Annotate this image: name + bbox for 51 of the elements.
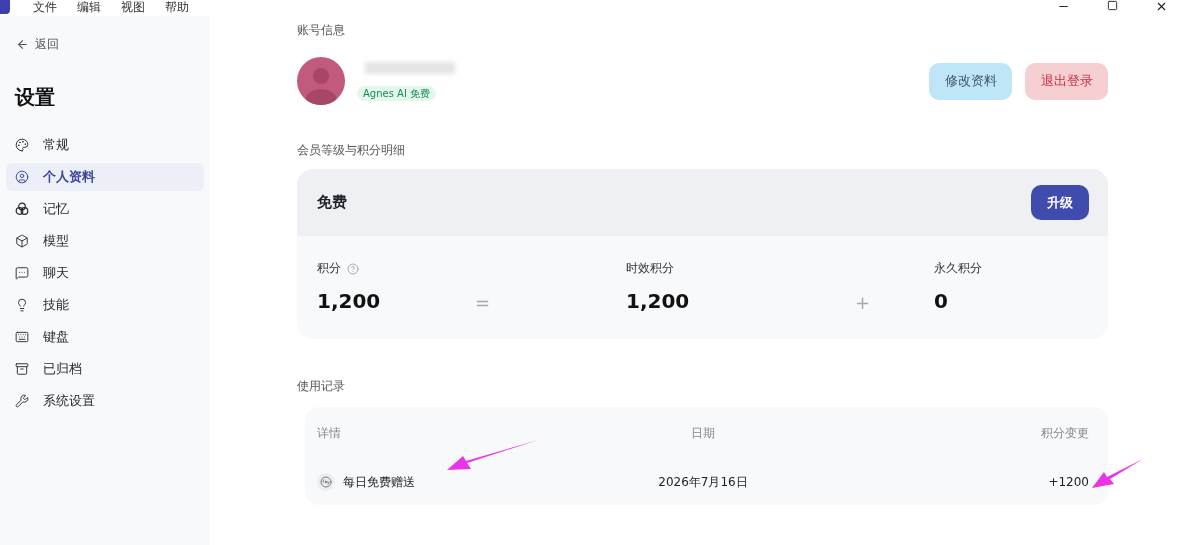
menu-item[interactable]: 编辑: [77, 0, 101, 14]
points-label: 积分: [317, 260, 341, 277]
section-heading: 会员等级与积分明细: [297, 142, 406, 159]
column-header: 详情: [317, 424, 341, 442]
user-icon: [15, 170, 29, 184]
back-link[interactable]: 返回: [6, 34, 204, 54]
menu-item[interactable]: 帮助: [165, 0, 189, 14]
points-label: 永久积分: [934, 260, 982, 277]
plan-badge: Agnes AI 免费: [357, 85, 437, 101]
sidebar-item[interactable]: 常规: [6, 131, 204, 159]
maximize-icon[interactable]: [1107, 0, 1118, 11]
menu-item[interactable]: 视图: [121, 0, 145, 14]
box-icon: [15, 234, 29, 248]
edit-profile-button[interactable]: 修改资料: [929, 62, 1012, 100]
palette-icon: [15, 138, 29, 152]
wrench-icon: [15, 394, 29, 408]
avatar: [297, 57, 345, 105]
menu-item[interactable]: 文件: [33, 0, 57, 14]
settings-title: 设置: [15, 84, 56, 111]
tier-name: 免费: [317, 193, 347, 212]
column-header: 日期: [691, 424, 715, 442]
points-value: 0: [934, 289, 949, 313]
points-value: 1,200: [317, 289, 382, 313]
upgrade-button[interactable]: 升级: [1031, 185, 1089, 220]
circles-icon: [15, 202, 29, 216]
column-header: 积分变更: [1041, 424, 1089, 442]
sidebar-item[interactable]: 键盘: [6, 323, 204, 351]
points-label: 时效积分: [626, 260, 674, 277]
sidebar-item[interactable]: 已归档: [6, 355, 204, 383]
chat-icon: [15, 266, 29, 280]
section-heading: 账号信息: [297, 22, 346, 39]
table-cell: +1200: [1048, 475, 1089, 489]
sidebar-item[interactable]: 系统设置: [6, 387, 204, 415]
operator-sign: =: [475, 292, 491, 313]
sidebar-item[interactable]: 聊天: [6, 259, 204, 287]
archive-icon: [15, 362, 29, 376]
logout-button[interactable]: 退出登录: [1025, 62, 1108, 100]
points-value: 1,200: [626, 289, 691, 313]
table-cell: 2026年7月16日: [658, 473, 748, 491]
app-logo[interactable]: [0, 0, 10, 14]
section-heading: 使用记录: [297, 378, 346, 395]
sidebar-item[interactable]: 记忆: [6, 195, 204, 223]
operator-sign: +: [855, 292, 871, 313]
close-icon[interactable]: [1155, 0, 1168, 13]
sidebar-item[interactable]: 模型: [6, 227, 204, 255]
sidebar-item[interactable]: 个人资料: [6, 163, 204, 191]
table-cell: 每日免费赠送: [343, 473, 415, 491]
back-arrow-icon: [16, 37, 29, 51]
sidebar-item[interactable]: 技能: [6, 291, 204, 319]
keyboard-icon: [15, 330, 29, 344]
bulb-icon: [15, 298, 29, 312]
